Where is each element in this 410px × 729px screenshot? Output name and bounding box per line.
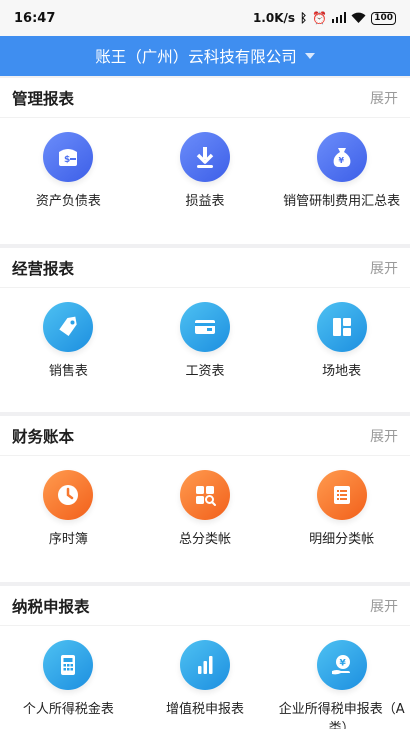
- item-label: 资产负债表: [35, 194, 101, 209]
- report-vat-return[interactable]: 增值税申报表: [137, 640, 274, 729]
- report-income-statement[interactable]: 损益表: [137, 132, 274, 211]
- report-subsidiary-ledger[interactable]: 明细分类帐: [273, 470, 410, 549]
- section-header: 纳税申报表 展开: [0, 586, 410, 626]
- expand-button[interactable]: 展开: [370, 258, 398, 278]
- section-header: 财务账本 展开: [0, 416, 410, 456]
- section-header: 经营报表 展开: [0, 248, 410, 288]
- item-label: 增值税申报表: [165, 702, 244, 717]
- bar-chart-icon: [180, 640, 230, 690]
- battery-icon: 100: [371, 11, 396, 25]
- layout-icon: [316, 302, 367, 352]
- report-balance-sheet[interactable]: $ 资产负债表: [0, 132, 137, 211]
- report-grid: 个人所得税金表 增值税申报表 ¥ 企业所得税申报表（A类）: [0, 626, 410, 729]
- item-label: 明细分类帐: [309, 532, 375, 547]
- report-sales[interactable]: 销售表: [0, 302, 137, 381]
- report-general-ledger[interactable]: 总分类帐: [137, 470, 274, 549]
- status-icons: 1.0K/s ᛒ ⏰ 100: [253, 11, 396, 25]
- report-venue[interactable]: 场地表: [273, 302, 410, 381]
- network-speed: 1.0K/s: [252, 11, 296, 25]
- section-title: 财务账本: [12, 427, 75, 446]
- item-label: 总分类帐: [178, 532, 231, 547]
- status-time: 16:47: [14, 10, 56, 26]
- money-card-icon: $: [43, 132, 94, 182]
- item-label: 损益表: [185, 194, 225, 209]
- wifi-icon: [351, 12, 366, 25]
- bank-card-icon: [180, 302, 230, 352]
- item-label: 序时簿: [48, 532, 88, 547]
- item-label: 个人所得税金表: [22, 702, 114, 717]
- clock-icon: [43, 470, 94, 520]
- company-selector[interactable]: 账王（广州）云科技有限公司: [0, 36, 410, 76]
- report-personal-income-tax[interactable]: 个人所得税金表: [0, 640, 137, 729]
- item-label: 工资表: [185, 364, 225, 379]
- section-title: 经营报表: [12, 259, 75, 278]
- svg-text:¥: ¥: [338, 156, 344, 165]
- chevron-down-icon: [304, 53, 315, 59]
- bluetooth-icon: ᛒ: [300, 11, 308, 25]
- yuan-hand-icon: ¥: [316, 640, 367, 690]
- section-header: 管理报表 展开: [0, 78, 410, 118]
- report-grid: 序时簿 总分类帐 明细分类帐: [0, 456, 410, 549]
- expand-button[interactable]: 展开: [370, 596, 398, 616]
- status-bar: 16:47 1.0K/s ᛒ ⏰ 100: [0, 0, 410, 36]
- item-label: 场地表: [322, 364, 362, 379]
- report-grid: 销售表 工资表 场地表: [0, 288, 410, 381]
- alarm-icon: ⏰: [312, 11, 328, 25]
- section-ledgers: 财务账本 展开 序时簿 总分类帐 明细分类帐: [0, 416, 410, 582]
- calculator-icon: [43, 640, 94, 690]
- report-journal[interactable]: 序时簿: [0, 470, 137, 549]
- item-label: 销售表: [48, 364, 88, 379]
- download-icon: [180, 132, 230, 182]
- section-title: 管理报表: [12, 89, 75, 108]
- section-management-reports: 管理报表 展开 $ 资产负债表 损益表 ¥ 销管研制费用汇总表: [0, 78, 410, 244]
- company-name: 账王（广州）云科技有限公司: [95, 48, 297, 66]
- section-tax-returns: 纳税申报表 展开 个人所得税金表 增值税申报表 ¥ 企业所得税申报表（A类）: [0, 586, 410, 729]
- money-bag-icon: ¥: [316, 132, 367, 182]
- report-expense-summary[interactable]: ¥ 销管研制费用汇总表: [273, 132, 410, 211]
- svg-text:¥: ¥: [339, 659, 346, 669]
- item-label: 企业所得税申报表（A类）: [278, 702, 405, 729]
- tag-icon: [43, 302, 94, 352]
- signal-icon: [332, 11, 347, 25]
- section-title: 纳税申报表: [12, 597, 90, 616]
- grid-search-icon: [180, 470, 230, 520]
- svg-text:$: $: [64, 155, 70, 165]
- report-grid: $ 资产负债表 损益表 ¥ 销管研制费用汇总表: [0, 118, 410, 211]
- item-label: 销管研制费用汇总表: [283, 194, 401, 209]
- section-operations-reports: 经营报表 展开 销售表 工资表 场地表: [0, 248, 410, 412]
- list-icon: [316, 470, 367, 520]
- report-payroll[interactable]: 工资表: [137, 302, 274, 381]
- expand-button[interactable]: 展开: [370, 88, 398, 108]
- report-corporate-income-tax[interactable]: ¥ 企业所得税申报表（A类）: [273, 640, 410, 729]
- expand-button[interactable]: 展开: [370, 426, 398, 446]
